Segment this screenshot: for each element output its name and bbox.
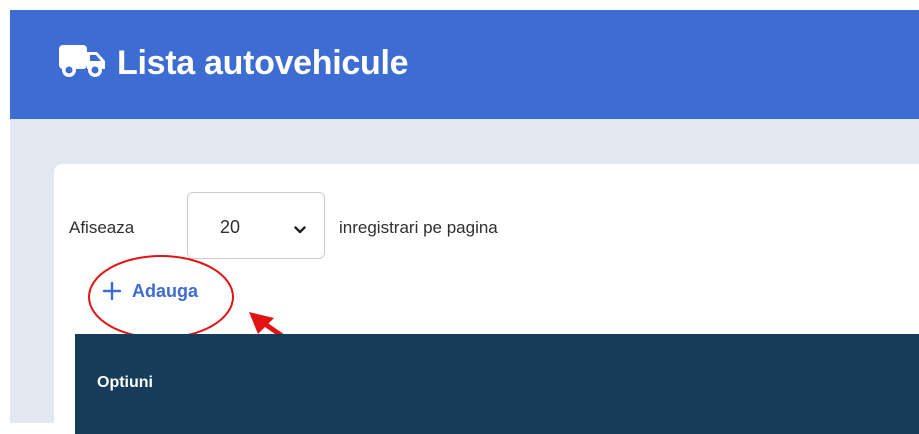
- page-length-suffix-label: inregistrari pe pagina: [339, 218, 498, 237]
- page-header: Lista autovehicule: [10, 10, 919, 119]
- truck-icon: [59, 43, 109, 79]
- page-length-value: 20: [220, 217, 241, 237]
- column-header-optiuni[interactable]: Optiuni: [97, 373, 153, 393]
- table-header: Optiuni: [75, 334, 919, 434]
- page-title: Lista autovehicule: [117, 44, 409, 82]
- page-length-prefix-label: Afiseaza: [69, 218, 135, 237]
- chevron-down-icon: [294, 221, 306, 234]
